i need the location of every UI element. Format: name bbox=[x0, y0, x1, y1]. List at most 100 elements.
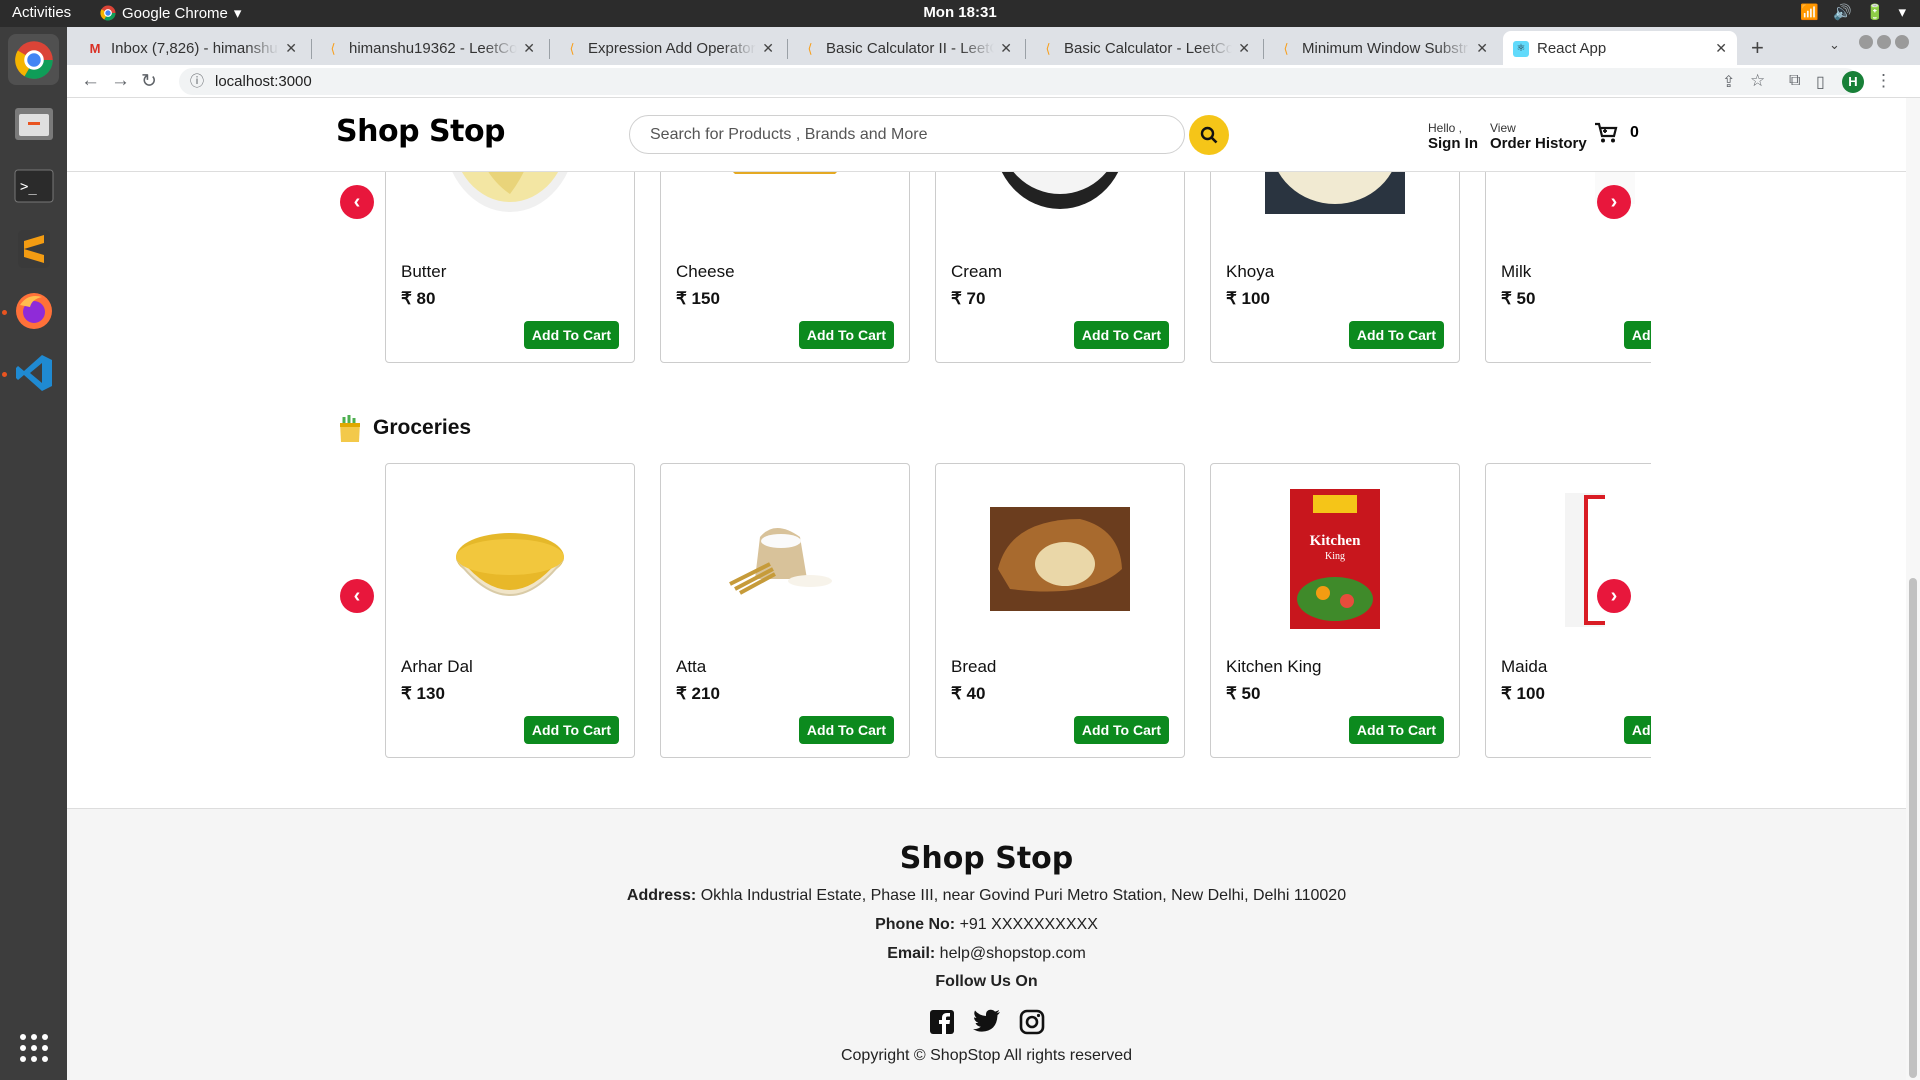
hello-label: Hello , bbox=[1428, 121, 1463, 135]
product-card[interactable]: Bread ₹ 40 Add To Cart bbox=[935, 463, 1185, 758]
tab-expression-add-operators[interactable]: ⟨ Expression Add Operator ✕ bbox=[554, 31, 784, 66]
dock-files[interactable] bbox=[8, 98, 59, 149]
svg-text:Kitchen: Kitchen bbox=[1309, 533, 1360, 549]
info-icon[interactable]: ⓘ bbox=[190, 68, 204, 95]
tab-leetcode-profile[interactable]: ⟨ himanshu19362 - LeetCod ✕ bbox=[315, 31, 545, 66]
share-icon[interactable]: ⇪ bbox=[1722, 72, 1735, 92]
product-card[interactable]: Kitchen King Kitchen King ₹ 50 Add To Car… bbox=[1210, 463, 1460, 758]
add-to-cart-button[interactable]: Add To Cart bbox=[1073, 321, 1169, 349]
leetcode-icon: ⟨ bbox=[1283, 40, 1289, 56]
tab-search-chevron-icon[interactable]: ⌄ bbox=[1829, 37, 1840, 53]
product-card[interactable]: Arhar Dal ₹ 130 Add To Cart bbox=[385, 463, 635, 758]
footer-phone: Phone No: +91 XXXXXXXXXX bbox=[67, 916, 1906, 934]
add-to-cart-button[interactable]: Add To Cart bbox=[1348, 321, 1444, 349]
sign-in-link[interactable]: Hello , Sign In bbox=[1428, 121, 1478, 151]
reload-icon[interactable]: ↻ bbox=[141, 70, 157, 93]
close-icon[interactable]: ✕ bbox=[1238, 40, 1250, 57]
product-card[interactable]: Maida ₹ 100 Add To Cart bbox=[1485, 463, 1651, 758]
close-icon[interactable]: ✕ bbox=[523, 40, 535, 57]
add-to-cart-button[interactable]: Add To Cart bbox=[523, 321, 619, 349]
wifi-icon: 📶 bbox=[1800, 4, 1820, 21]
forward-arrow-icon[interactable]: → bbox=[111, 70, 130, 92]
page-scrollbar[interactable] bbox=[1906, 98, 1920, 1080]
minimize-button[interactable] bbox=[1859, 35, 1873, 49]
dock-chrome[interactable] bbox=[8, 34, 59, 85]
dock-firefox[interactable] bbox=[8, 285, 59, 336]
kebab-menu-icon[interactable]: ⋮ bbox=[1875, 71, 1892, 91]
dairy-prev-arrow[interactable]: ‹ bbox=[340, 185, 374, 219]
tab-react-app[interactable]: ⚛ React App ✕ bbox=[1503, 31, 1737, 66]
close-icon[interactable]: ✕ bbox=[1476, 40, 1488, 57]
side-panel-icon[interactable]: ▯ bbox=[1816, 72, 1825, 92]
add-to-cart-button[interactable]: Add To Cart bbox=[1623, 716, 1651, 744]
email-text[interactable]: help@shopstop.com bbox=[940, 945, 1086, 962]
window-controls bbox=[1859, 35, 1909, 49]
add-to-cart-button[interactable]: Add To Cart bbox=[1348, 716, 1444, 744]
leetcode-icon: ⟨ bbox=[569, 40, 575, 56]
tab-minimum-window-substring[interactable]: ⟨ Minimum Window Substr ✕ bbox=[1268, 31, 1498, 66]
search-icon bbox=[1200, 126, 1218, 144]
site-logo[interactable]: Shop Stop bbox=[336, 114, 506, 149]
back-arrow-icon[interactable]: ← bbox=[81, 70, 100, 92]
product-card[interactable]: Atta ₹ 210 Add To Cart bbox=[660, 463, 910, 758]
bookmark-star-icon[interactable]: ☆ bbox=[1750, 71, 1765, 91]
close-icon[interactable]: ✕ bbox=[1715, 40, 1727, 57]
site-footer: Shop Stop Address: Okhla Industrial Esta… bbox=[67, 808, 1906, 1080]
tab-title: React App bbox=[1537, 40, 1607, 57]
dock-sublime[interactable] bbox=[8, 223, 59, 274]
add-to-cart-button[interactable]: Add To Cart bbox=[798, 716, 894, 744]
new-tab-button[interactable]: + bbox=[1751, 35, 1764, 61]
search-input[interactable]: Search for Products , Brands and More bbox=[629, 115, 1185, 154]
extensions-icon[interactable]: ⧉ bbox=[1789, 72, 1800, 90]
close-icon[interactable]: ✕ bbox=[285, 40, 297, 57]
phone-label: Phone No: bbox=[875, 916, 956, 933]
close-icon[interactable]: ✕ bbox=[762, 40, 774, 57]
leetcode-icon: ⟨ bbox=[807, 40, 813, 56]
close-window-button[interactable] bbox=[1895, 35, 1909, 49]
tab-basic-calculator[interactable]: ⟨ Basic Calculator - LeetCod ✕ bbox=[1030, 31, 1260, 66]
clock[interactable]: Mon 18:31 bbox=[0, 4, 1920, 21]
dock-terminal[interactable]: >_ bbox=[8, 160, 59, 211]
address-bar-row: ← → ↻ ⓘ localhost:3000 ⇪ ☆ ⧉ ▯ H ⋮ bbox=[67, 65, 1920, 98]
running-indicator bbox=[2, 372, 7, 377]
maximize-button[interactable] bbox=[1877, 35, 1891, 49]
system-tray[interactable]: 📶 🔊 🔋 ▾ bbox=[1800, 3, 1906, 21]
tab-basic-calculator-ii[interactable]: ⟨ Basic Calculator II - LeetC ✕ bbox=[792, 31, 1022, 66]
dock-vscode[interactable] bbox=[8, 347, 59, 398]
tab-title: Minimum Window Substr bbox=[1302, 40, 1468, 57]
show-applications-button[interactable] bbox=[8, 1022, 59, 1073]
tab-title: Inbox (7,826) - himanshu1 bbox=[111, 40, 280, 57]
leetcode-icon: ⟨ bbox=[330, 40, 336, 56]
instagram-icon[interactable] bbox=[1019, 1009, 1045, 1035]
volume-icon: 🔊 bbox=[1833, 4, 1852, 21]
copyright: Copyright © ShopStop All rights reserved bbox=[840, 1047, 1133, 1064]
chrome-icon bbox=[14, 40, 53, 79]
url-field[interactable]: ⓘ localhost:3000 bbox=[179, 68, 1859, 95]
close-icon[interactable]: ✕ bbox=[1000, 40, 1012, 57]
add-to-cart-button[interactable]: Add To Cart bbox=[1073, 716, 1169, 744]
search-button[interactable] bbox=[1189, 115, 1229, 155]
cart-count: 0 bbox=[1630, 124, 1639, 141]
svg-text:King: King bbox=[1325, 551, 1345, 562]
groceries-next-arrow[interactable]: › bbox=[1597, 579, 1631, 613]
profile-avatar[interactable]: H bbox=[1842, 71, 1864, 93]
tab-gmail[interactable]: M Inbox (7,826) - himanshu1 ✕ bbox=[77, 31, 307, 66]
dairy-next-arrow[interactable]: › bbox=[1597, 185, 1631, 219]
add-to-cart-button[interactable]: Add To Cart bbox=[798, 321, 894, 349]
facebook-icon[interactable] bbox=[929, 1009, 955, 1035]
add-to-cart-button[interactable]: Add To Cart bbox=[1623, 321, 1651, 349]
product-price: ₹ 80 bbox=[401, 289, 436, 308]
battery-icon: 🔋 bbox=[1865, 4, 1885, 21]
atta-image bbox=[714, 488, 855, 629]
vscode-icon bbox=[15, 354, 52, 391]
section-title-text: Groceries bbox=[373, 416, 472, 439]
os-top-bar: Activities Google Chrome ▾ Mon 18:31 📶 🔊… bbox=[0, 0, 1920, 27]
svg-text:>_: >_ bbox=[20, 179, 37, 195]
scrollbar-thumb[interactable] bbox=[1909, 578, 1917, 1078]
cart-button[interactable]: 0 bbox=[1594, 122, 1639, 144]
product-name: Arhar Dal bbox=[401, 657, 473, 676]
twitter-icon[interactable] bbox=[972, 1009, 1001, 1033]
add-to-cart-button[interactable]: Add To Cart bbox=[523, 716, 619, 744]
order-history-link[interactable]: View Order History bbox=[1490, 121, 1587, 151]
groceries-prev-arrow[interactable]: ‹ bbox=[340, 579, 374, 613]
